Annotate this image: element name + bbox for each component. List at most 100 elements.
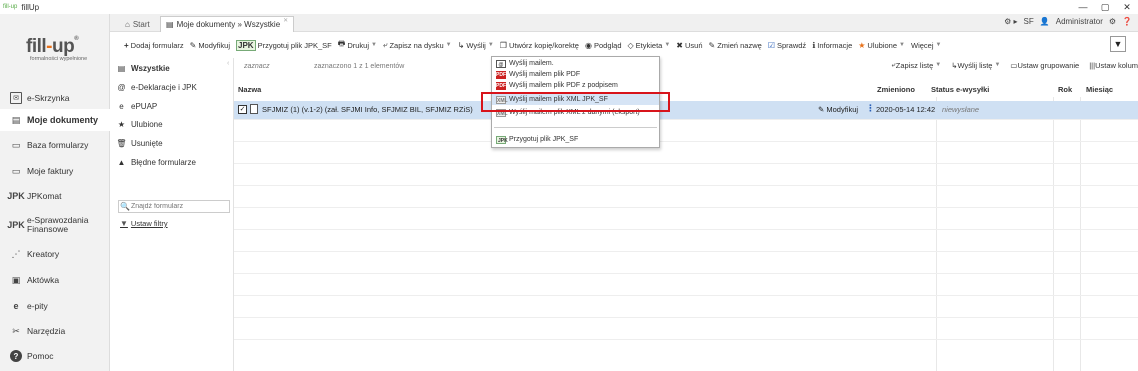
table-row[interactable]: ✓ SFJMIZ (1) (v.1-2) (zał. SFJMI Info, S… (234, 101, 1138, 119)
chevron-down-icon: ▼ (899, 42, 905, 48)
column-header-year[interactable]: Rok (1058, 85, 1072, 94)
briefcase-icon: ▣ (11, 274, 21, 285)
send-list-button[interactable]: ↳ Wyślij listę ▼ (951, 61, 1000, 70)
save-to-disk-button[interactable]: ⤶ Zapisz na dysku ▼ (383, 40, 452, 50)
send-button[interactable]: ↳ Wyślij ▼ (458, 41, 494, 50)
folder-epuap[interactable]: e ePUAP (116, 98, 157, 114)
chevron-down-icon: ▼ (935, 42, 942, 48)
set-grouping-button[interactable]: ▭ Ustaw grupowanie (1010, 61, 1079, 70)
copy-icon: ❐ (499, 40, 507, 50)
info-button[interactable]: ℹ Informacje (812, 41, 852, 50)
plus-icon: + (124, 40, 129, 50)
menu-item-send-pdf[interactable]: PDF Wyślij mailem plik PDF (492, 69, 659, 80)
select-all-link[interactable]: zaznacz (244, 63, 270, 70)
folder-ulubione[interactable]: ★ Ulubione (116, 116, 163, 132)
help-circle-icon[interactable]: ❓ (1122, 17, 1132, 26)
sidebar-item-jpkomat[interactable]: JPK JPKomat (0, 185, 110, 207)
more-button[interactable]: Więcej ▼ (911, 41, 941, 50)
column-header-month[interactable]: Miesiąc (1086, 85, 1113, 94)
print-button[interactable]: 🖶 Drukuj ▼ (338, 38, 377, 52)
settings-icon[interactable]: ⚙ (1109, 17, 1116, 26)
column-divider (1080, 97, 1081, 371)
add-form-button[interactable]: + Dodaj formularz (124, 41, 184, 50)
minimize-button[interactable]: — (1072, 0, 1094, 14)
sidebar-item-e-skrzynka[interactable]: ✉ e-Skrzynka (0, 87, 110, 109)
close-icon[interactable]: ✕ (283, 17, 288, 24)
favorites-button[interactable]: ★ Ulubione ▼ (858, 41, 905, 50)
epuap-icon: e (119, 101, 124, 111)
menu-item-send-pdf-signed[interactable]: PDF Wyślij mailem plik PDF z podpisem (492, 80, 659, 91)
close-button[interactable]: ✕ (1116, 0, 1138, 14)
funnel-icon: ▼ (120, 219, 128, 228)
row-menu-icon[interactable]: ⋮ (866, 103, 875, 114)
sidebar-item-narzedzia[interactable]: ✂ Narzędzia (0, 320, 110, 342)
modify-button[interactable]: ✎ Modyfikuj (190, 41, 230, 50)
set-filters-link[interactable]: ▼ Ustaw filtry (120, 219, 168, 228)
prepare-jpk-button[interactable]: JPK Przygotuj plik JPK_SF (236, 39, 332, 51)
user-name[interactable]: Administrator (1056, 17, 1103, 26)
epity-icon: e (13, 301, 19, 311)
filter-icon[interactable]: ▼ (1110, 36, 1126, 52)
rename-button[interactable]: ✎ Zmień nazwę (709, 41, 762, 50)
send-icon: ↳ (457, 40, 465, 50)
row-checkbox[interactable]: ✓ (238, 105, 247, 114)
home-icon: ⌂ (125, 19, 130, 29)
tab-moje-dokumenty[interactable]: ▤ Moje dokumenty » Wszystkie ✕ (160, 16, 295, 32)
financial-reports-icon: JPK (7, 219, 25, 230)
check-button[interactable]: ☑ Sprawdź (768, 41, 806, 50)
set-columns-button[interactable]: ||| Ustaw kolum (1089, 61, 1138, 70)
menu-item-send-mail[interactable]: @ Wyślij mailem. (492, 58, 659, 69)
window-controls: — ▢ ✕ (1072, 0, 1138, 14)
sidebar-item-baza-formularzy[interactable]: ▭ Baza formularzy (0, 134, 110, 156)
help-icon: ? (10, 350, 22, 362)
sidebar-item-kreatory[interactable]: ⋰ Kreatory (0, 243, 110, 265)
label-button[interactable]: ◇ Etykieta ▼ (628, 41, 671, 50)
jpk-badge-icon: JPK (236, 39, 256, 51)
column-header-changed[interactable]: Zmieniono (877, 85, 915, 94)
chevron-down-icon: ▼ (664, 42, 671, 48)
save-list-button[interactable]: ⤶ Zapisz listę ▼ (892, 60, 942, 70)
fillup-logo: fill-up® formalności wypełnione (26, 36, 96, 62)
sidebar-item-e-pity[interactable]: e e-pity (0, 295, 110, 317)
form-search-input[interactable] (131, 203, 226, 210)
env-label[interactable]: SF (1024, 17, 1034, 26)
delete-icon: ✖ (676, 40, 683, 50)
column-header-status[interactable]: Status e-wysyłki (931, 85, 989, 94)
rename-icon: ✎ (708, 40, 716, 50)
documents-tab-icon: ▤ (166, 20, 174, 29)
folder-e-deklaracje[interactable]: @ e-Deklaracje i JPK (116, 79, 196, 95)
wizard-icon: ⋰ (11, 248, 21, 259)
app-logo-mini: fill-up (3, 4, 18, 10)
sidebar-item-moje-faktury[interactable]: ▭ Moje faktury (0, 160, 110, 182)
warning-icon: ▲ (117, 157, 126, 167)
trash-icon: 🗑 (116, 138, 127, 148)
row-modify-link[interactable]: ✎ Modyfikuj (818, 105, 858, 114)
folder-usuniete[interactable]: 🗑 Usunięte (116, 135, 162, 151)
menu-item-prepare-jpk[interactable]: JPK Przygotuj plik JPK_SF (492, 134, 659, 145)
folder-wszystkie[interactable]: ▤ Wszystkie (116, 60, 170, 76)
row-divider (234, 119, 1138, 120)
sidebar-item-label-line2: Finansowe (27, 224, 69, 234)
preview-button[interactable]: ◉ Podgląd (585, 41, 622, 50)
check-icon: ☑ (767, 40, 775, 50)
tab-start[interactable]: ⌂ Start (120, 16, 155, 32)
tab-label: Start (132, 19, 150, 29)
maximize-button[interactable]: ▢ (1094, 0, 1116, 14)
sidebar-item-aktowka[interactable]: ▣ Aktówka (0, 269, 110, 291)
sidebar-item-moje-dokumenty[interactable]: ▤ Moje dokumenty (0, 109, 110, 131)
sidebar-item-pomoc[interactable]: ? Pomoc (0, 345, 110, 367)
row-divider (234, 163, 1138, 164)
sidebar-item-e-sprawozdania[interactable]: JPK e-Sprawozdania Finansowe (0, 211, 110, 239)
folder-bledne[interactable]: ▲ Błędne formularze (116, 154, 196, 170)
collapse-panel-icon[interactable]: ‹ (227, 60, 229, 67)
forms-base-icon: ▭ (11, 139, 21, 150)
document-send-status: niewysłane (942, 105, 980, 114)
tools-icon: ✂ (12, 325, 20, 336)
copy-correction-button[interactable]: ❐ Utwórz kopię/korektę (500, 41, 579, 50)
invoices-icon: ▭ (11, 165, 21, 176)
chevron-down-icon: ▼ (994, 62, 1001, 68)
documents-grid-area: zaznacz zaznaczono 1 z 1 elementów ⤶ Zapi… (234, 58, 1138, 371)
delete-button[interactable]: ✖ Usuń (676, 41, 702, 50)
document-name[interactable]: SFJMIZ (1) (v.1-2) (zał. SFJMI Info, SFJ… (262, 105, 473, 114)
column-header-name[interactable]: Nazwa (238, 85, 261, 94)
